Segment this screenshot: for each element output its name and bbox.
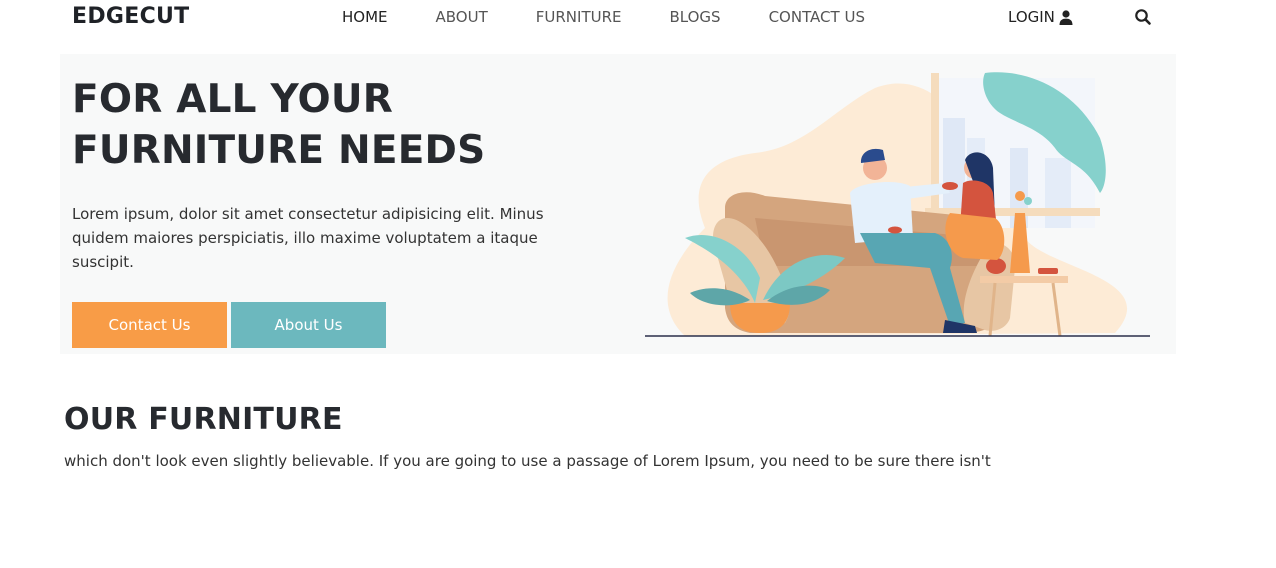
search-button[interactable]: [1134, 8, 1152, 26]
nav-link-home[interactable]: HOME: [342, 8, 388, 26]
hero-title: FOR ALL YOUR FURNITURE NEEDS: [72, 74, 552, 176]
contact-us-button[interactable]: Contact Us: [72, 302, 227, 348]
couple-on-sofa-illustration: [645, 72, 1150, 337]
nav-link-contact[interactable]: CONTACT US: [769, 8, 865, 26]
user-icon: [1059, 9, 1073, 25]
nav-link-about[interactable]: ABOUT: [436, 8, 488, 26]
hero-description: Lorem ipsum, dolor sit amet consectetur …: [72, 205, 544, 271]
our-furniture-text: which don't look even slightly believabl…: [64, 452, 991, 470]
brand-logo[interactable]: EDGECUT: [72, 4, 190, 29]
login-label: LOGIN: [1008, 8, 1055, 26]
nav-link-blogs[interactable]: BLOGS: [669, 8, 720, 26]
search-icon: [1135, 9, 1151, 25]
about-us-button[interactable]: About Us: [231, 302, 386, 348]
hero-title-line-1: FOR ALL YOUR: [72, 77, 393, 122]
our-furniture-title: OUR FURNITURE: [64, 402, 343, 437]
hero-section: FOR ALL YOUR FURNITURE NEEDS Lorem ipsum…: [60, 54, 1176, 354]
login-link[interactable]: LOGIN: [1008, 8, 1073, 26]
hero-title-line-2: FURNITURE NEEDS: [72, 128, 486, 173]
navbar: EDGECUT HOME ABOUT FURNITURE BLOGS CONTA…: [0, 0, 1276, 36]
nav-link-furniture[interactable]: FURNITURE: [536, 8, 622, 26]
main-nav: HOME ABOUT FURNITURE BLOGS CONTACT US: [342, 8, 913, 26]
